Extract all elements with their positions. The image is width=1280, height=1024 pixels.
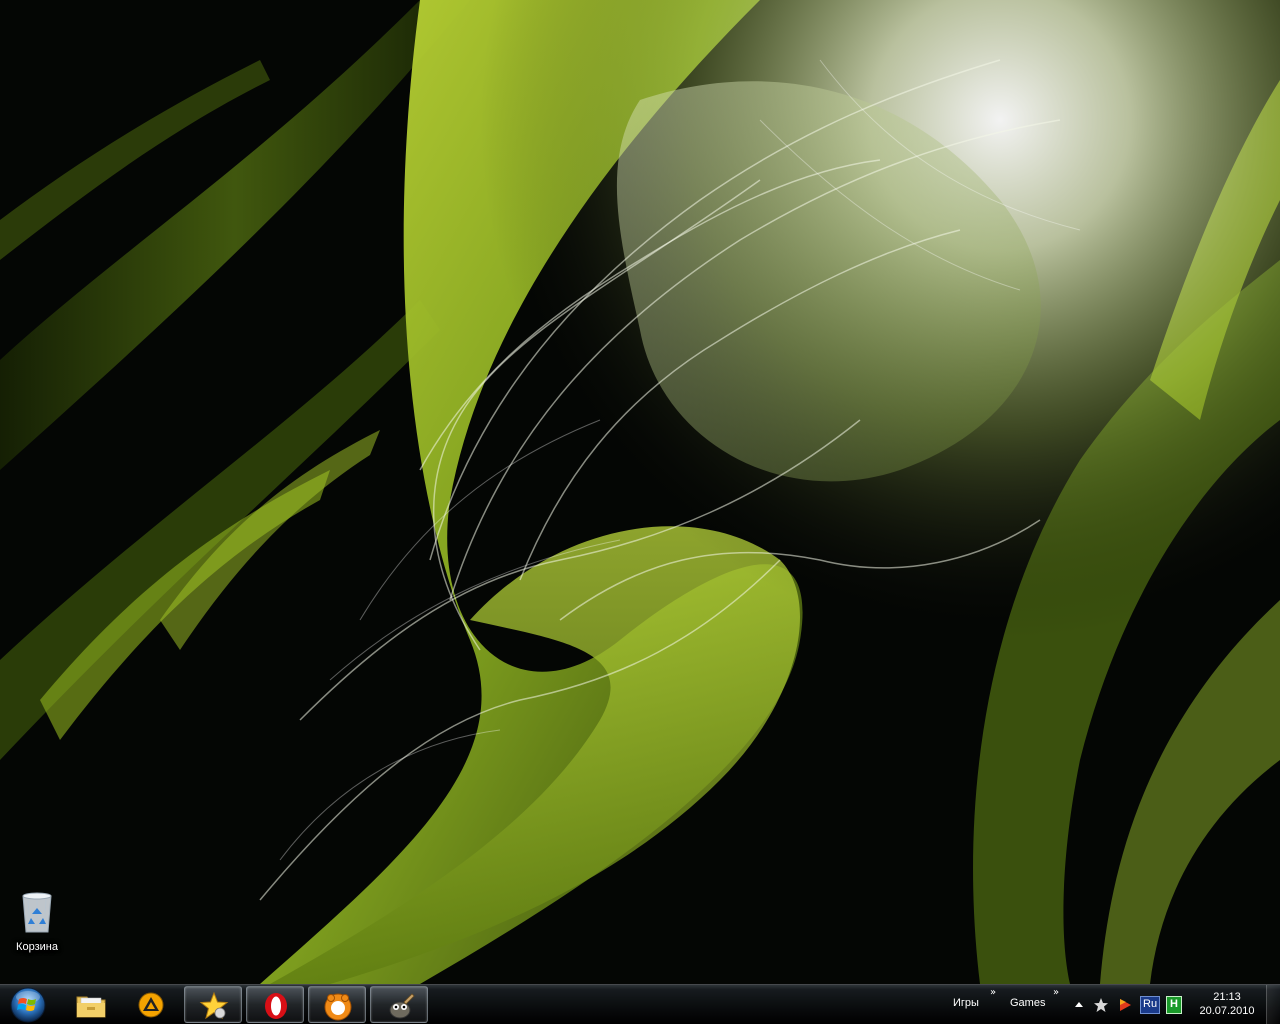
language-label: Ru xyxy=(1143,998,1158,1010)
desktop: Корзина Игры » Games » Ru H 21:13 20.07.… xyxy=(0,0,1280,1024)
toolbar-games-ru[interactable]: Игры xyxy=(953,997,979,1009)
taskbar-gimp-button[interactable] xyxy=(370,986,428,1023)
taskbar-gom-player-button[interactable] xyxy=(308,986,366,1023)
windows-logo-icon xyxy=(10,987,46,1023)
media-player-tray-icon[interactable] xyxy=(1117,997,1133,1013)
recycle-bin-icon xyxy=(17,888,57,934)
green-status-label: H xyxy=(1170,998,1178,1010)
folder-icon xyxy=(76,996,106,1018)
gom-player-icon xyxy=(324,993,352,1021)
clock-date: 20.07.2010 xyxy=(1199,1005,1255,1017)
taskbar: Игры » Games » Ru H 21:13 20.07.2010 xyxy=(0,984,1280,1024)
gimp-icon xyxy=(389,993,415,1019)
star-tray-icon[interactable] xyxy=(1093,997,1109,1013)
show-desktop-button[interactable] xyxy=(1266,985,1280,1024)
toolbar-games-en-chevron-icon[interactable]: » xyxy=(1053,987,1059,998)
recycle-bin-shortcut[interactable]: Корзина xyxy=(6,886,68,962)
start-button[interactable] xyxy=(4,986,52,1024)
taskbar-favorites-button[interactable] xyxy=(184,986,242,1023)
wallpaper xyxy=(0,0,1280,1024)
toolbar-games-en[interactable]: Games xyxy=(1010,997,1045,1009)
recycle-bin-label: Корзина xyxy=(16,941,58,953)
taskbar-aimp-button[interactable] xyxy=(122,986,180,1023)
clock[interactable]: 21:13 20.07.2010 xyxy=(1192,990,1262,1018)
taskbar-explorer-button[interactable] xyxy=(62,986,120,1023)
aimp-triangle-icon xyxy=(138,992,164,1018)
opera-icon xyxy=(265,993,287,1019)
toolbar-games-ru-chevron-icon[interactable]: » xyxy=(990,987,996,998)
show-hidden-icons-arrow[interactable] xyxy=(1071,997,1087,1013)
clock-time: 21:13 xyxy=(1213,991,1241,1003)
taskbar-opera-button[interactable] xyxy=(246,986,304,1023)
language-indicator-icon[interactable]: Ru xyxy=(1140,996,1160,1014)
star-icon xyxy=(199,991,229,1020)
green-status-icon[interactable]: H xyxy=(1166,996,1182,1014)
